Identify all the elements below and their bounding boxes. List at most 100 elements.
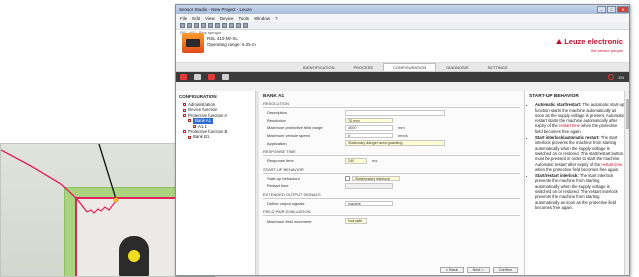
- brand-name: Leuze electronic: [564, 37, 623, 46]
- row-output-signals: Define output signals inactive: [263, 200, 520, 208]
- folder-icon: [183, 130, 186, 134]
- scrollbar-thumb[interactable]: [626, 99, 629, 129]
- startup-checkbox[interactable]: [345, 175, 350, 181]
- open-icon[interactable]: [187, 23, 192, 28]
- resolution-select[interactable]: 70 mm: [345, 117, 393, 124]
- tab-process[interactable]: PROCESS: [344, 63, 383, 71]
- new-icon[interactable]: [180, 23, 185, 28]
- row-field-pair: Maximum field increment Not safe: [263, 217, 520, 225]
- row-application: Application Stationary danger area guard…: [263, 139, 520, 147]
- section-field-pair: FIELD PAIR EVALUATION: [263, 209, 520, 217]
- help-scrollbar[interactable]: [624, 91, 629, 275]
- menu-help[interactable]: ?: [275, 16, 278, 21]
- help-panel: START-UP BEHAVIOR Automatic start/restar…: [524, 91, 629, 275]
- title-bar: Sensor Studio - New Project - Leuze – □ …: [176, 5, 629, 14]
- field-pair-select[interactable]: Not safe: [345, 218, 367, 224]
- device-range: Operating range: 6.25 m: [207, 42, 256, 47]
- alarm-icon[interactable]: [208, 74, 215, 80]
- row-response-time: Response time 240 ms: [267, 157, 378, 164]
- settings-icon[interactable]: [243, 23, 248, 28]
- application-select[interactable]: Stationary danger area guarding: [345, 140, 445, 146]
- response-time-select[interactable]: 240: [345, 157, 367, 164]
- row-description: Description: [263, 109, 520, 117]
- wizard-buttons: < Back Next > Confirm: [439, 267, 518, 273]
- section-extended-output: EXTENDED OUTPUT SIGNALS: [263, 192, 520, 199]
- max-range-input[interactable]: 4000: [345, 125, 393, 131]
- row-max-range: Maximum protective field range 4000 mm: [267, 125, 405, 131]
- main-tabs: IDENTIFICATION PROCESS CONFIGURATION DIA…: [176, 63, 629, 72]
- pink-beam-line: [1, 149, 88, 213]
- connect-icon[interactable]: [208, 23, 213, 28]
- form-title: BANK A1: [263, 94, 285, 99]
- transfer-icon[interactable]: [222, 74, 229, 80]
- download-icon[interactable]: [229, 23, 234, 28]
- output-signals-select[interactable]: inactive: [345, 200, 393, 207]
- brand-logo: Leuze electronic the sensor people: [556, 37, 623, 53]
- leuze-logo-icon: [556, 39, 563, 44]
- restart-time-link[interactable]: restart time: [601, 162, 622, 167]
- tab-configuration[interactable]: CONFIGURATION: [383, 63, 437, 71]
- help-title: START-UP BEHAVIOR: [529, 94, 579, 99]
- menu-device[interactable]: Device: [220, 16, 234, 21]
- minimize-button[interactable]: –: [597, 6, 606, 13]
- brand-claim: the sensor people: [591, 48, 623, 53]
- section-response-time: RESPONSE TIME: [263, 149, 520, 156]
- save-icon[interactable]: [194, 23, 199, 28]
- language-selector[interactable]: EN: [618, 75, 624, 80]
- scanner-lens: [128, 250, 140, 262]
- screenshot-stage: Sensor Studio - New Project - Leuze – □ …: [0, 0, 639, 277]
- black-beam-line: [98, 144, 117, 200]
- folder-icon: [183, 108, 186, 112]
- maximize-button[interactable]: □: [607, 6, 616, 13]
- disconnect-icon[interactable]: [215, 23, 220, 28]
- contour-scan-trace: [86, 200, 117, 214]
- search-icon[interactable]: [236, 23, 241, 28]
- configuration-tree: CONFIGURATION Administration Device func…: [176, 91, 256, 275]
- menu-window[interactable]: Window: [254, 16, 270, 21]
- tab-identification[interactable]: IDENTIFICATION: [294, 63, 344, 71]
- tree-title: CONFIGURATION: [179, 94, 217, 99]
- field-icon: [193, 124, 196, 128]
- row-restart-time: Restart time: [263, 182, 520, 190]
- row-resolution: Resolution 70 mm: [263, 117, 520, 125]
- startup-behaviour-select[interactable]: Start/restart interlock: [352, 175, 400, 182]
- connection-icon[interactable]: [194, 74, 201, 80]
- confirm-button[interactable]: Confirm: [492, 267, 518, 273]
- power-icon[interactable]: [608, 74, 615, 80]
- row-max-speed: Maximum vehicle speed 0 mm/s: [267, 132, 408, 139]
- action-bar: EN: [176, 72, 629, 82]
- device-info: RSL 410-M/-XL Operating range: 6.25 m: [207, 36, 256, 48]
- section-startup: START-UP BEHAVIOR: [263, 167, 520, 174]
- restart-time-input[interactable]: [345, 183, 393, 189]
- menu-file[interactable]: File: [180, 16, 187, 21]
- folder-icon: [183, 114, 186, 118]
- bank-icon: [188, 119, 191, 123]
- bank-form: BANK A1 RESOLUTION Description Resolutio…: [259, 91, 524, 275]
- max-speed-input[interactable]: 0: [345, 132, 393, 139]
- tree-node-bank-b1[interactable]: Bank B1: [179, 134, 252, 139]
- beam-hit-point: [113, 197, 119, 203]
- section-resolution: RESOLUTION: [263, 101, 520, 108]
- content-area: CONFIGURATION Administration Device func…: [176, 91, 629, 275]
- menu-edit[interactable]: Edit: [192, 16, 200, 21]
- description-input[interactable]: [345, 110, 445, 116]
- tab-diagnosis[interactable]: DIAGNOSIS: [437, 63, 478, 71]
- help-item-restart-interlock: Start/restart interlock: The start inter…: [535, 173, 625, 210]
- back-button[interactable]: < Back: [439, 267, 464, 273]
- device-image: [182, 33, 204, 53]
- restart-time-link[interactable]: restart time: [559, 123, 580, 128]
- menu-view[interactable]: View: [205, 16, 215, 21]
- upload-icon[interactable]: [222, 23, 227, 28]
- print-icon[interactable]: [201, 23, 206, 28]
- close-button[interactable]: ✕: [617, 6, 629, 13]
- row-startup-behaviour: Start-up behaviour Start/restart interlo…: [263, 175, 520, 183]
- menu-tools[interactable]: Tools: [238, 16, 249, 21]
- sensor-studio-window: Sensor Studio - New Project - Leuze – □ …: [175, 4, 630, 276]
- help-item-automatic: Automatic start/restart: The automatic s…: [535, 102, 625, 134]
- folder-icon: [183, 103, 186, 107]
- safety-laser-scanner: [119, 236, 149, 276]
- stop-icon[interactable]: [180, 74, 187, 80]
- help-list: Automatic start/restart: The automatic s…: [529, 102, 625, 210]
- next-button[interactable]: Next >: [466, 267, 490, 273]
- tab-settings[interactable]: SETTINGS: [478, 63, 517, 71]
